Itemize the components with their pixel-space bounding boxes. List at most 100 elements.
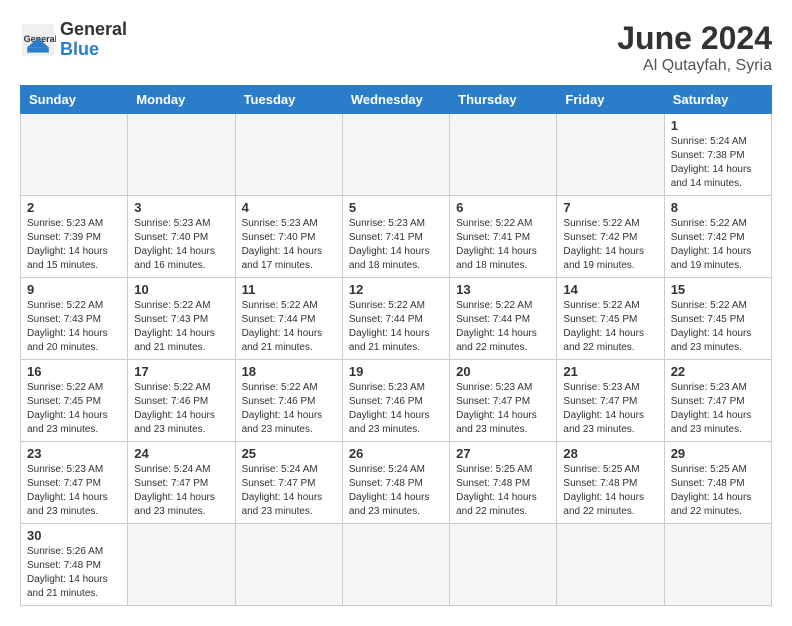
table-row: 20 Sunrise: 5:23 AM Sunset: 7:47 PM Dayli…	[450, 360, 557, 442]
table-row	[128, 114, 235, 196]
day-info: Sunrise: 5:22 AM Sunset: 7:46 PM Dayligh…	[134, 381, 228, 437]
day-number: 28	[563, 446, 657, 461]
day-number: 8	[671, 200, 765, 215]
day-info: Sunrise: 5:22 AM Sunset: 7:46 PM Dayligh…	[242, 381, 336, 437]
table-row: 5Sunrise: 5:23 AM Sunset: 7:41 PM Daylig…	[342, 196, 449, 278]
header-wednesday: Wednesday	[342, 86, 449, 114]
table-row	[557, 524, 664, 606]
day-info: Sunrise: 5:23 AM Sunset: 7:47 PM Dayligh…	[671, 381, 765, 437]
day-info: Sunrise: 5:23 AM Sunset: 7:40 PM Dayligh…	[242, 217, 336, 273]
table-row: 22 Sunrise: 5:23 AM Sunset: 7:47 PM Dayli…	[664, 360, 771, 442]
calendar-row: 2 Sunrise: 5:23 AM Sunset: 7:39 PM Daylig…	[21, 196, 772, 278]
calendar-table: Sunday Monday Tuesday Wednesday Thursday…	[20, 85, 772, 606]
day-info: Sunrise: 5:22 AM Sunset: 7:41 PM Dayligh…	[456, 217, 550, 273]
day-number: 10	[134, 282, 228, 297]
day-info: Sunrise: 5:22 AM Sunset: 7:43 PM Dayligh…	[27, 299, 121, 355]
table-row	[342, 114, 449, 196]
day-info: Sunrise: 5:22 AM Sunset: 7:44 PM Dayligh…	[349, 299, 443, 355]
table-row	[235, 524, 342, 606]
header-friday: Friday	[557, 86, 664, 114]
day-number: 22	[671, 364, 765, 379]
day-info: Sunrise: 5:24 AM Sunset: 7:48 PM Dayligh…	[349, 463, 443, 519]
table-row: 10 Sunrise: 5:22 AM Sunset: 7:43 PM Dayli…	[128, 278, 235, 360]
table-row: 23Sunrise: 5:23 AM Sunset: 7:47 PM Dayli…	[21, 442, 128, 524]
day-info: Sunrise: 5:22 AM Sunset: 7:44 PM Dayligh…	[456, 299, 550, 355]
header-monday: Monday	[128, 86, 235, 114]
header-sunday: Sunday	[21, 86, 128, 114]
table-row: 11 Sunrise: 5:22 AM Sunset: 7:44 PM Dayli…	[235, 278, 342, 360]
table-row: 27Sunrise: 5:25 AM Sunset: 7:48 PM Dayli…	[450, 442, 557, 524]
header-tuesday: Tuesday	[235, 86, 342, 114]
title-block: June 2024 Al Qutayfah, Syria	[617, 20, 772, 75]
table-row: 6Sunrise: 5:22 AM Sunset: 7:41 PM Daylig…	[450, 196, 557, 278]
weekday-header-row: Sunday Monday Tuesday Wednesday Thursday…	[21, 86, 772, 114]
table-row: 14Sunrise: 5:22 AM Sunset: 7:45 PM Dayli…	[557, 278, 664, 360]
day-number: 23	[27, 446, 121, 461]
day-number: 21	[563, 364, 657, 379]
day-info: Sunrise: 5:23 AM Sunset: 7:39 PM Dayligh…	[27, 217, 121, 273]
calendar-row: 1 Sunrise: 5:24 AM Sunset: 7:38 PM Daylig…	[21, 114, 772, 196]
table-row: 29Sunrise: 5:25 AM Sunset: 7:48 PM Dayli…	[664, 442, 771, 524]
day-number: 11	[242, 282, 336, 297]
table-row: 16 Sunrise: 5:22 AM Sunset: 7:45 PM Dayli…	[21, 360, 128, 442]
day-info: Sunrise: 5:23 AM Sunset: 7:47 PM Dayligh…	[456, 381, 550, 437]
day-number: 25	[242, 446, 336, 461]
table-row: 30 Sunrise: 5:26 AM Sunset: 7:48 PM Dayli…	[21, 524, 128, 606]
day-info: Sunrise: 5:22 AM Sunset: 7:45 PM Dayligh…	[563, 299, 657, 355]
page-header: General GeneralBlue June 2024 Al Qutayfa…	[20, 20, 772, 75]
day-number: 20	[456, 364, 550, 379]
day-info: Sunrise: 5:26 AM Sunset: 7:48 PM Dayligh…	[27, 545, 121, 601]
calendar-row: 16 Sunrise: 5:22 AM Sunset: 7:45 PM Dayli…	[21, 360, 772, 442]
day-number: 26	[349, 446, 443, 461]
day-number: 12	[349, 282, 443, 297]
day-info: Sunrise: 5:23 AM Sunset: 7:40 PM Dayligh…	[134, 217, 228, 273]
logo-text: GeneralBlue	[60, 20, 127, 60]
day-number: 19	[349, 364, 443, 379]
table-row	[557, 114, 664, 196]
day-number: 9	[27, 282, 121, 297]
day-info: Sunrise: 5:22 AM Sunset: 7:43 PM Dayligh…	[134, 299, 228, 355]
day-info: Sunrise: 5:22 AM Sunset: 7:44 PM Dayligh…	[242, 299, 336, 355]
day-number: 13	[456, 282, 550, 297]
day-info: Sunrise: 5:24 AM Sunset: 7:38 PM Dayligh…	[671, 135, 765, 191]
table-row: 15Sunrise: 5:22 AM Sunset: 7:45 PM Dayli…	[664, 278, 771, 360]
calendar-row: 9 Sunrise: 5:22 AM Sunset: 7:43 PM Daylig…	[21, 278, 772, 360]
table-row: 2 Sunrise: 5:23 AM Sunset: 7:39 PM Daylig…	[21, 196, 128, 278]
day-info: Sunrise: 5:23 AM Sunset: 7:46 PM Dayligh…	[349, 381, 443, 437]
day-info: Sunrise: 5:22 AM Sunset: 7:42 PM Dayligh…	[563, 217, 657, 273]
table-row: 3 Sunrise: 5:23 AM Sunset: 7:40 PM Daylig…	[128, 196, 235, 278]
day-number: 5	[349, 200, 443, 215]
table-row: 7 Sunrise: 5:22 AM Sunset: 7:42 PM Daylig…	[557, 196, 664, 278]
table-row: 9 Sunrise: 5:22 AM Sunset: 7:43 PM Daylig…	[21, 278, 128, 360]
table-row: 12 Sunrise: 5:22 AM Sunset: 7:44 PM Dayli…	[342, 278, 449, 360]
day-number: 7	[563, 200, 657, 215]
table-row: 17Sunrise: 5:22 AM Sunset: 7:46 PM Dayli…	[128, 360, 235, 442]
day-info: Sunrise: 5:23 AM Sunset: 7:47 PM Dayligh…	[563, 381, 657, 437]
table-row: 21 Sunrise: 5:23 AM Sunset: 7:47 PM Dayli…	[557, 360, 664, 442]
header-thursday: Thursday	[450, 86, 557, 114]
day-info: Sunrise: 5:24 AM Sunset: 7:47 PM Dayligh…	[242, 463, 336, 519]
table-row: 28Sunrise: 5:25 AM Sunset: 7:48 PM Dayli…	[557, 442, 664, 524]
table-row: 8 Sunrise: 5:22 AM Sunset: 7:42 PM Daylig…	[664, 196, 771, 278]
table-row	[664, 524, 771, 606]
day-number: 18	[242, 364, 336, 379]
month-year-title: June 2024	[617, 20, 772, 57]
table-row: 25 Sunrise: 5:24 AM Sunset: 7:47 PM Dayli…	[235, 442, 342, 524]
day-number: 4	[242, 200, 336, 215]
day-number: 2	[27, 200, 121, 215]
header-saturday: Saturday	[664, 86, 771, 114]
table-row	[342, 524, 449, 606]
day-info: Sunrise: 5:22 AM Sunset: 7:45 PM Dayligh…	[27, 381, 121, 437]
day-number: 27	[456, 446, 550, 461]
table-row: 24Sunrise: 5:24 AM Sunset: 7:47 PM Dayli…	[128, 442, 235, 524]
day-number: 30	[27, 528, 121, 543]
day-number: 1	[671, 118, 765, 133]
table-row	[128, 524, 235, 606]
day-number: 16	[27, 364, 121, 379]
day-number: 24	[134, 446, 228, 461]
day-number: 3	[134, 200, 228, 215]
table-row	[21, 114, 128, 196]
calendar-row: 23Sunrise: 5:23 AM Sunset: 7:47 PM Dayli…	[21, 442, 772, 524]
day-info: Sunrise: 5:22 AM Sunset: 7:42 PM Dayligh…	[671, 217, 765, 273]
day-info: Sunrise: 5:25 AM Sunset: 7:48 PM Dayligh…	[671, 463, 765, 519]
